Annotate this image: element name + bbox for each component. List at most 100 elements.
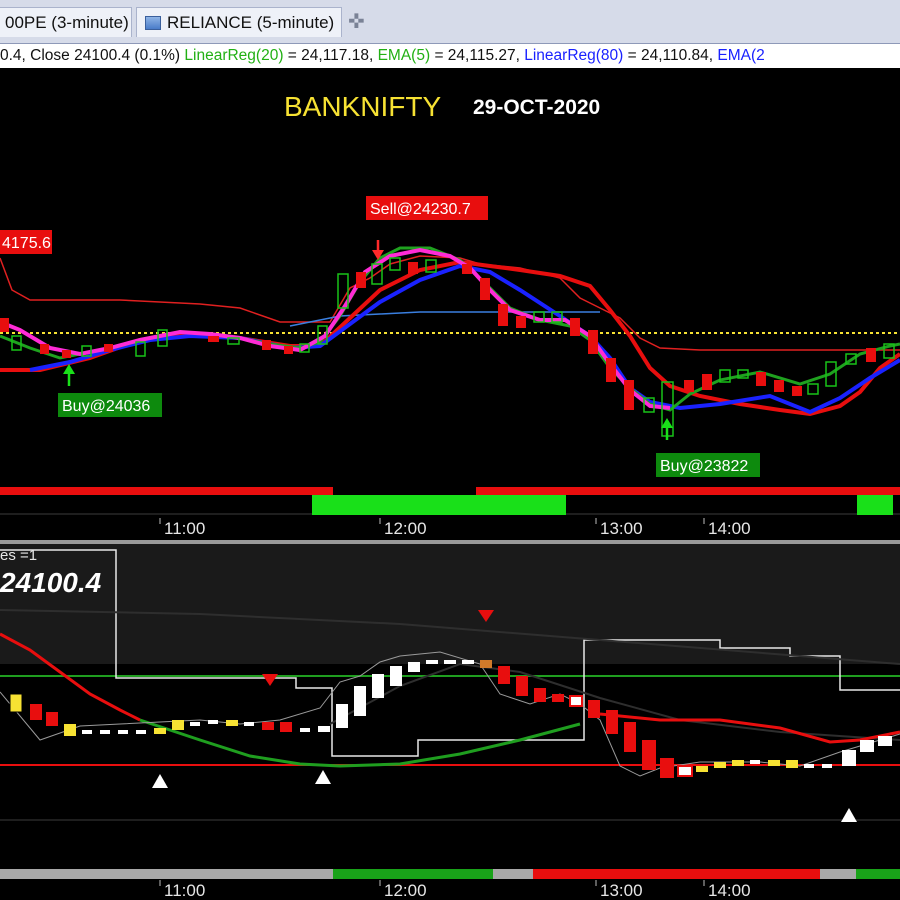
candle [426, 660, 438, 664]
candle [588, 700, 600, 718]
triangle-down-icon [262, 674, 278, 686]
candle [462, 264, 472, 274]
time-label: 11:00 [164, 519, 205, 538]
legend-ohlc: 0.4, Close 24100.4 (0.1%) [0, 47, 181, 64]
candle [768, 760, 780, 766]
candle [774, 380, 784, 392]
tab-banknifty-option[interactable]: 00PE (3-minute) [0, 7, 132, 37]
candle [677, 765, 693, 777]
candle [480, 660, 492, 668]
legend-ema2: EMA(2 [717, 47, 765, 64]
candle [408, 262, 418, 274]
candle [570, 318, 580, 336]
candle [0, 318, 9, 332]
triangle-up-icon [841, 808, 857, 822]
candle [354, 686, 366, 716]
chart-icon [145, 16, 161, 30]
indicator-chart: es =1 24100.4 11:00 12:00 13:00 14:00 [0, 544, 900, 900]
shaded-region [0, 544, 900, 664]
buy-signal-text: Buy@24036 [62, 398, 150, 415]
candle [104, 344, 113, 352]
magenta-ema-line [0, 247, 671, 410]
arrow-up-icon [63, 364, 75, 386]
time-label: 14:00 [708, 881, 751, 900]
candle [750, 760, 760, 764]
tab-label: RELIANCE (5-minute) [167, 13, 335, 32]
candle [9, 693, 23, 713]
candle [684, 380, 694, 392]
candle [64, 724, 76, 736]
candle [226, 720, 238, 726]
candle [786, 760, 798, 768]
tab-reliance[interactable]: RELIANCE (5-minute) [136, 7, 342, 37]
legend-ema5: EMA(5) [377, 47, 431, 64]
candle [569, 695, 583, 707]
candle [842, 750, 856, 766]
price-chart: BANKNIFTY 29-OCT-2020 4175.6 Sell@24230.… [0, 91, 900, 538]
time-label: 12:00 [384, 881, 427, 900]
candle [284, 346, 293, 354]
candle [408, 662, 420, 672]
chart-title: BANKNIFTY [284, 91, 441, 122]
candle [804, 764, 814, 768]
candle [82, 730, 92, 734]
red-trend-line [0, 259, 900, 417]
candle [300, 728, 310, 732]
candle [118, 730, 128, 734]
time-label: 13:00 [600, 881, 643, 900]
candle [30, 704, 42, 720]
time-label: 11:00 [164, 881, 205, 900]
candle [714, 762, 726, 768]
candle [756, 372, 766, 386]
candle [606, 710, 618, 734]
candle [136, 730, 146, 734]
candle [866, 348, 876, 362]
candle [390, 666, 402, 686]
candle [822, 764, 832, 768]
candle [480, 278, 490, 300]
candle [262, 340, 271, 350]
candle [702, 374, 712, 390]
legend-linearreg80: LinearReg(80) [524, 47, 624, 64]
time-label: 13:00 [600, 519, 643, 538]
candle [172, 720, 184, 730]
buy-signal-text: Buy@23822 [660, 458, 748, 475]
current-price: 24100.4 [0, 567, 102, 598]
candle [244, 722, 254, 726]
lower-time-axis: 11:00 12:00 13:00 14:00 [159, 880, 751, 900]
indicator-pane[interactable]: es =1 24100.4 11:00 12:00 13:00 14:00 [0, 544, 900, 900]
triangle-up-icon [152, 774, 168, 788]
green-indicator-line [139, 718, 581, 768]
price-chart-pane[interactable]: BANKNIFTY 29-OCT-2020 4175.6 Sell@24230.… [0, 68, 900, 540]
candle [280, 722, 292, 732]
sell-signal-text: 4175.6 [2, 235, 51, 252]
candle [624, 722, 636, 752]
candle [262, 722, 274, 730]
bottom-trend-ribbon [0, 869, 900, 879]
grey-indicator-line [0, 651, 900, 777]
time-axis: 11:00 12:00 13:00 14:00 [159, 518, 751, 538]
candle [860, 740, 874, 752]
triangle-up-icon [315, 770, 331, 784]
candle [498, 304, 508, 326]
legend-linearreg20-value: = 24,117.18, [283, 47, 374, 64]
candle [498, 666, 510, 684]
legend-ema5-value: = 24,115.27, [430, 47, 520, 64]
candle [100, 730, 110, 734]
legend-linearreg20: LinearReg(20) [184, 47, 284, 64]
candle [444, 660, 456, 664]
indicator-legend: 0.4, Close 24100.4 (0.1%) LinearReg(20) … [0, 44, 900, 68]
tab-bar: 00PE (3-minute) RELIANCE (5-minute) ✜ [0, 0, 900, 44]
candle [660, 758, 674, 778]
candle [318, 726, 330, 732]
candle [462, 660, 474, 664]
candle [878, 736, 892, 746]
candle [807, 383, 819, 395]
candle [372, 674, 384, 698]
candle [356, 272, 366, 288]
time-label: 12:00 [384, 519, 427, 538]
legend-linearreg80-value: = 24,110.84, [623, 47, 714, 64]
candle [40, 344, 49, 354]
trend-ribbon [0, 487, 900, 515]
plus-icon[interactable]: ✜ [348, 12, 365, 32]
